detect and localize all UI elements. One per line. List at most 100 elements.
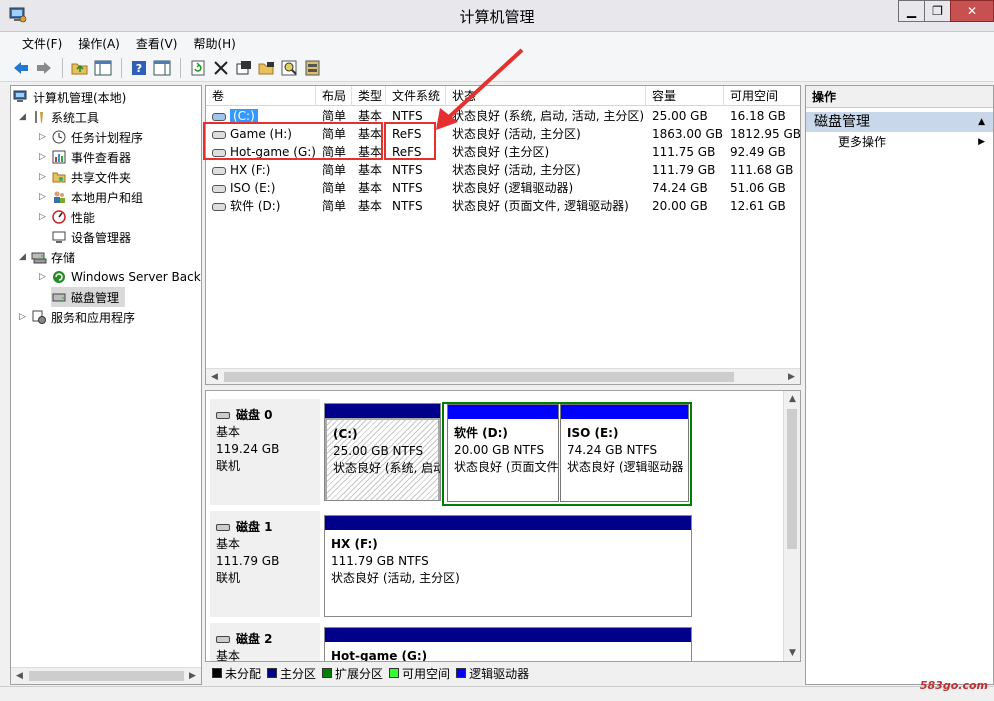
show-hide-tree-icon[interactable] — [92, 57, 114, 79]
scroll-right-icon[interactable]: ▶ — [184, 668, 201, 684]
show-hide-action-pane-icon[interactable] — [151, 57, 173, 79]
table-row[interactable]: ISO (E:) 简单 基本 NTFS 状态良好 (逻辑驱动器) 74.24 G… — [206, 179, 800, 197]
volume-name: HX (F:) — [230, 163, 271, 177]
title-bar[interactable]: 计算机管理 ▁ ❐ ✕ — [0, 0, 994, 32]
expanded-arrow-icon[interactable]: ◢ — [19, 112, 31, 122]
help-icon[interactable]: ? — [128, 57, 150, 79]
legend-label: 可用空间 — [402, 666, 451, 681]
table-row[interactable]: HX (F:) 简单 基本 NTFS 状态良好 (活动, 主分区) 111.79… — [206, 161, 800, 179]
table-row[interactable]: 软件 (D:) 简单 基本 NTFS 状态良好 (页面文件, 逻辑驱动器) 20… — [206, 197, 800, 215]
scroll-left-icon[interactable]: ◀ — [206, 369, 223, 384]
more-actions[interactable]: 更多操作 ▶ — [806, 132, 993, 152]
annotation-box-volumes — [203, 122, 383, 160]
properties-icon[interactable] — [233, 57, 255, 79]
restore-button[interactable]: ❐ — [924, 0, 951, 22]
partition-g[interactable]: Hot-game (G:) — [324, 627, 692, 661]
scroll-thumb[interactable] — [787, 409, 797, 549]
column-header-capacity[interactable]: 容量 — [646, 86, 724, 106]
volume-status: 状态良好 (逻辑驱动器) — [452, 181, 574, 195]
column-header-layout[interactable]: 布局 — [316, 86, 352, 106]
menu-help[interactable]: 帮助(H) — [185, 35, 243, 52]
scroll-down-icon[interactable]: ▼ — [784, 645, 800, 661]
partition-name: ISO (E:) — [567, 426, 619, 440]
collapsed-arrow-icon[interactable]: ▷ — [39, 212, 51, 222]
close-button[interactable]: ✕ — [950, 0, 994, 22]
collapsed-arrow-icon[interactable]: ▷ — [39, 192, 51, 202]
tree-item-shared-folders[interactable]: ▷ 共享文件夹 — [39, 167, 131, 187]
partition-status: 状态良好 (活动, 主分区) — [331, 571, 460, 585]
partition-size: 111.79 GB NTFS — [331, 554, 429, 568]
scroll-thumb[interactable] — [29, 671, 184, 681]
disk-2-info[interactable]: 磁盘 2 基本 — [210, 623, 320, 661]
tree-item-event-viewer[interactable]: ▷ 事件查看器 — [39, 147, 131, 167]
actions-pane: 操作 磁盘管理 ▲ 更多操作 ▶ — [805, 85, 994, 685]
tree-item-system-tools[interactable]: ◢ 系统工具 — [19, 107, 99, 127]
partition-name: (C:) — [333, 427, 358, 441]
tree-label: Windows Server Back — [71, 270, 201, 284]
back-icon[interactable] — [10, 57, 32, 79]
scroll-up-icon[interactable]: ▲ — [784, 391, 800, 407]
open-folder-icon[interactable] — [256, 57, 278, 79]
partition-f[interactable]: HX (F:) 111.79 GB NTFS 状态良好 (活动, 主分区) — [324, 515, 692, 617]
navigation-tree[interactable]: 计算机管理(本地) ◢ 系统工具 ▷ 任务计划程序 ▷ 事件查看器 ▷ 共享文件… — [10, 85, 202, 685]
partition-d[interactable]: 软件 (D:) 20.00 GB NTFS 状态良好 (页面文件 — [447, 404, 559, 502]
minimize-button[interactable]: ▁ — [898, 0, 925, 22]
expanded-arrow-icon[interactable]: ◢ — [19, 252, 31, 262]
partition-size: 74.24 GB NTFS — [567, 443, 658, 457]
forward-icon[interactable] — [33, 57, 55, 79]
disk-management-icon — [51, 289, 67, 305]
tree-item-services-apps[interactable]: ▷ 服务和应用程序 — [19, 307, 135, 327]
menu-view[interactable]: 查看(V) — [128, 35, 186, 52]
menu-file[interactable]: 文件(F) — [14, 35, 70, 52]
partition-c[interactable]: (C:) 25.00 GB NTFS 状态良好 (系统, 启动 — [324, 403, 441, 501]
tree-item-disk-management[interactable]: 磁盘管理 — [51, 287, 126, 307]
collapse-arrow-icon[interactable]: ▲ — [978, 112, 985, 132]
collapsed-arrow-icon[interactable]: ▷ — [39, 272, 51, 282]
disk-graphical-view[interactable]: 磁盘 0 基本 119.24 GB 联机 (C:) 25.00 GB NTFS … — [205, 390, 801, 662]
tree-item-performance[interactable]: ▷ 性能 — [39, 207, 95, 227]
up-folder-icon[interactable] — [69, 57, 91, 79]
disk-icon — [216, 524, 230, 531]
disk-view-vertical-scrollbar[interactable]: ▲ ▼ — [783, 391, 800, 661]
shared-folder-icon — [51, 169, 67, 185]
collapsed-arrow-icon[interactable]: ▷ — [19, 312, 31, 322]
tree-horizontal-scrollbar[interactable]: ◀ ▶ — [11, 667, 201, 684]
disk-1-info[interactable]: 磁盘 1 基本 111.79 GB 联机 — [210, 511, 320, 617]
tree-item-windows-server-backup[interactable]: ▷ Windows Server Back — [39, 267, 201, 287]
column-header-filesystem[interactable]: 文件系统 — [386, 86, 446, 106]
scroll-thumb[interactable] — [224, 372, 734, 382]
search-icon[interactable] — [279, 57, 301, 79]
volume-status: 状态良好 (系统, 启动, 活动, 主分区) — [452, 109, 645, 123]
collapsed-arrow-icon[interactable]: ▷ — [39, 152, 51, 162]
partition-e[interactable]: ISO (E:) 74.24 GB NTFS 状态良好 (逻辑驱动器 — [560, 404, 689, 502]
column-header-free-space[interactable]: 可用空间 — [724, 86, 800, 106]
column-header-type[interactable]: 类型 — [352, 86, 386, 106]
volume-icon — [212, 184, 226, 193]
partition-size: 20.00 GB NTFS — [454, 443, 545, 457]
annotation-box-refs — [384, 122, 436, 160]
disk-icon — [216, 636, 230, 643]
actions-section-disk-management[interactable]: 磁盘管理 ▲ — [806, 112, 993, 132]
disk-size: 119.24 GB — [216, 442, 280, 456]
collapsed-arrow-icon[interactable]: ▷ — [39, 172, 51, 182]
menu-action[interactable]: 操作(A) — [70, 35, 128, 52]
column-header-volume[interactable]: 卷 — [206, 86, 316, 106]
tree-item-task-scheduler[interactable]: ▷ 任务计划程序 — [39, 127, 143, 147]
submenu-arrow-icon: ▶ — [978, 137, 985, 147]
services-icon — [31, 309, 47, 325]
status-bar — [0, 686, 994, 701]
volume-list-horizontal-scrollbar[interactable]: ◀ ▶ — [206, 368, 800, 384]
delete-icon[interactable] — [210, 57, 232, 79]
scroll-right-icon[interactable]: ▶ — [783, 369, 800, 384]
refresh-icon[interactable] — [187, 57, 209, 79]
collapsed-arrow-icon[interactable]: ▷ — [39, 132, 51, 142]
tree-item-root[interactable]: 计算机管理(本地) — [13, 87, 126, 107]
tree-item-local-users[interactable]: ▷ 本地用户和组 — [39, 187, 143, 207]
disk-wizard-icon[interactable] — [302, 57, 324, 79]
column-header-status[interactable]: 状态 — [446, 86, 646, 106]
disk-0-info[interactable]: 磁盘 0 基本 119.24 GB 联机 — [210, 399, 320, 505]
tree-label: 事件查看器 — [71, 150, 132, 165]
tree-item-device-manager[interactable]: 设备管理器 — [51, 227, 131, 247]
tree-item-storage[interactable]: ◢ 存储 — [19, 247, 75, 267]
scroll-left-icon[interactable]: ◀ — [11, 668, 28, 684]
